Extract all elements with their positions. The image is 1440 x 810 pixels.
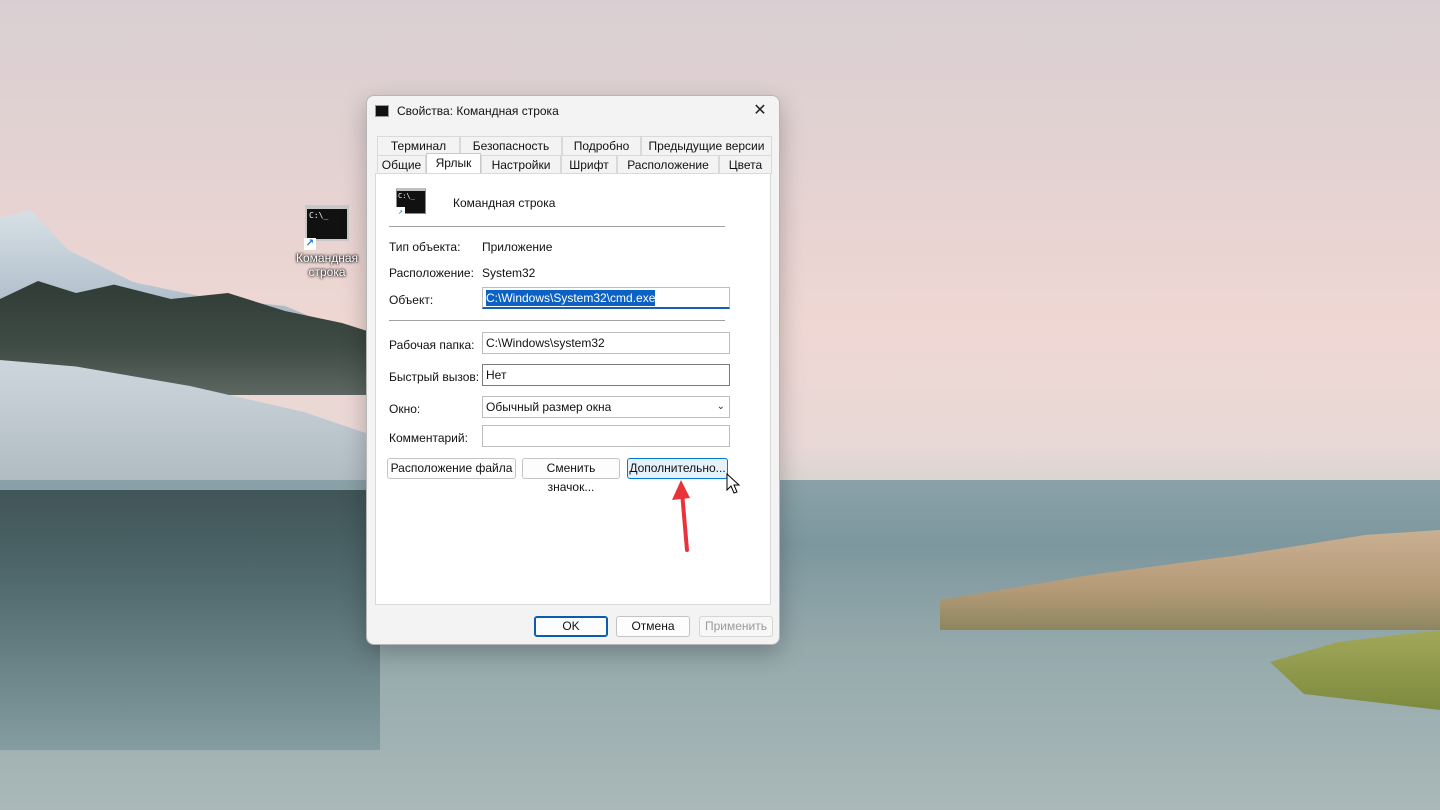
tab-colors[interactable]: Цвета	[719, 155, 772, 174]
window-size-select[interactable]: Обычный размер окна ⌄	[482, 396, 730, 418]
wallpaper-reflection	[0, 490, 380, 750]
target-input-value: C:\Windows\System32\cmd.exe	[486, 290, 656, 306]
cmd-icon	[375, 105, 389, 117]
ok-button[interactable]: OK	[534, 616, 608, 637]
hotkey-input[interactable]: Нет	[482, 364, 730, 386]
tab-options[interactable]: Настройки	[481, 155, 561, 174]
tab-font[interactable]: Шрифт	[561, 155, 617, 174]
divider	[389, 320, 725, 321]
cancel-button[interactable]: Отмена	[616, 616, 690, 637]
target-input[interactable]: C:\Windows\System32\cmd.exe	[482, 287, 730, 309]
cmd-icon: C:\_ ↗	[396, 188, 426, 216]
tab-previous-versions[interactable]: Предыдущие версии	[641, 136, 772, 155]
comment-label: Комментарий:	[389, 431, 468, 445]
tabs-row-2: Общие Ярлык Настройки Шрифт Расположение…	[377, 153, 772, 174]
target-label: Объект:	[389, 293, 434, 307]
shortcut-arrow-icon: ↗	[396, 207, 405, 216]
window-size-value: Обычный размер окна	[486, 400, 612, 414]
tab-details[interactable]: Подробно	[562, 136, 641, 155]
properties-dialog: Свойства: Командная строка ✕ Терминал Бе…	[366, 95, 780, 645]
workdir-input[interactable]: C:\Windows\system32	[482, 332, 730, 354]
shortcut-panel: C:\_ ↗ Командная строка Тип объекта: При…	[375, 173, 771, 605]
window-label: Окно:	[389, 402, 421, 416]
hotkey-label: Быстрый вызов:	[389, 370, 480, 384]
divider	[389, 226, 725, 227]
change-icon-button[interactable]: Сменить значок...	[522, 458, 620, 494]
location-label: Расположение:	[389, 266, 474, 280]
desktop-icon-label: Командная строка	[295, 251, 358, 279]
chevron-down-icon: ⌄	[716, 401, 725, 412]
advanced-button[interactable]: Дополнительно...	[627, 458, 728, 479]
type-label: Тип объекта:	[389, 240, 461, 254]
type-value: Приложение	[482, 240, 553, 254]
title-bar[interactable]: Свойства: Командная строка ✕	[367, 96, 779, 128]
close-button[interactable]: ✕	[747, 100, 773, 122]
workdir-label: Рабочая папка:	[389, 338, 475, 352]
annotation-arrow-icon	[668, 478, 704, 559]
open-file-location-button[interactable]: Расположение файла	[387, 458, 516, 479]
tab-shortcut[interactable]: Ярлык	[426, 153, 481, 174]
tab-layout[interactable]: Расположение	[617, 155, 719, 174]
location-value: System32	[482, 266, 536, 280]
shortcut-arrow-icon: ↗	[304, 238, 316, 250]
comment-input[interactable]	[482, 425, 730, 447]
shortcut-name: Командная строка	[453, 196, 556, 210]
window-title: Свойства: Командная строка	[397, 104, 559, 118]
tab-general[interactable]: Общие	[377, 155, 426, 174]
cmd-icon: C:\_	[305, 205, 349, 241]
desktop-icon-cmd[interactable]: C:\_ ↗ Командная строка	[292, 205, 362, 279]
apply-button[interactable]: Применить	[699, 616, 773, 637]
